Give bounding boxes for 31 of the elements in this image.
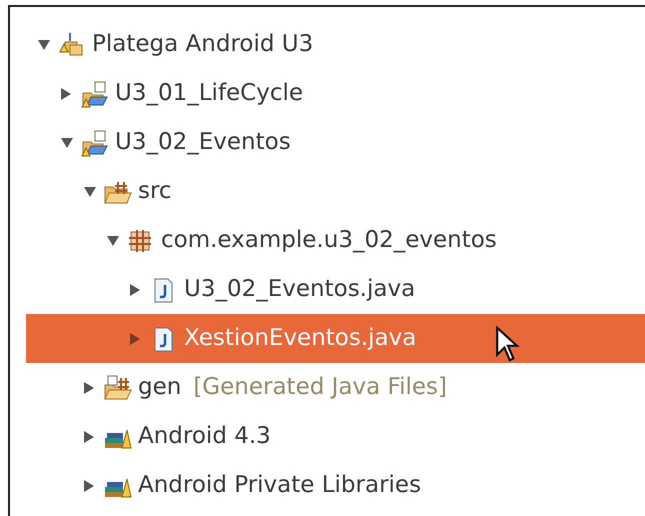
tree-item[interactable]: U3_02_Eventos — [26, 118, 645, 167]
item-label: U3_01_LifeCycle — [115, 79, 304, 108]
tree-item[interactable]: com.example.u3_02_eventos — [26, 216, 645, 265]
item-label: src — [138, 177, 172, 206]
item-decoration: [Generated Java Files] — [193, 373, 447, 402]
item-label: U3_02_Eventos — [115, 128, 291, 158]
item-label: XestionEventos.java — [184, 324, 416, 354]
item-label: Android 4.3 — [138, 422, 271, 452]
expand-arrow-icon[interactable] — [61, 88, 71, 100]
generated-folder-icon — [102, 372, 132, 402]
item-label: gen — [138, 373, 182, 402]
tree-item[interactable]: U3_01_LifeCycle — [26, 69, 645, 118]
item-label: Android Private Libraries — [138, 471, 422, 500]
item-label: com.example.u3_02_eventos — [161, 226, 497, 256]
tree-item[interactable]: Platega Android U3 — [26, 20, 645, 69]
collapse-arrow-icon[interactable] — [38, 40, 50, 50]
collapse-arrow-icon[interactable] — [107, 236, 119, 246]
expand-arrow-icon[interactable] — [84, 430, 94, 442]
tree-item[interactable]: U3_02_Eventos.java — [26, 265, 645, 314]
project-folder-icon — [79, 128, 109, 158]
project-folder-icon — [79, 78, 109, 108]
expand-arrow-icon[interactable] — [84, 480, 94, 492]
item-label: Platega Android U3 — [92, 30, 314, 60]
tree-item[interactable]: src — [26, 167, 645, 216]
mouse-pointer-icon — [494, 326, 522, 362]
tree-item[interactable]: gen [Generated Java Files] — [26, 363, 645, 412]
expand-arrow-icon[interactable] — [130, 284, 140, 296]
item-label: U3_02_Eventos.java — [184, 275, 416, 304]
expand-arrow-icon[interactable] — [84, 382, 94, 394]
tree-item[interactable]: Android 4.3 — [26, 412, 645, 461]
tree-item[interactable]: Android Private Libraries — [26, 461, 645, 510]
